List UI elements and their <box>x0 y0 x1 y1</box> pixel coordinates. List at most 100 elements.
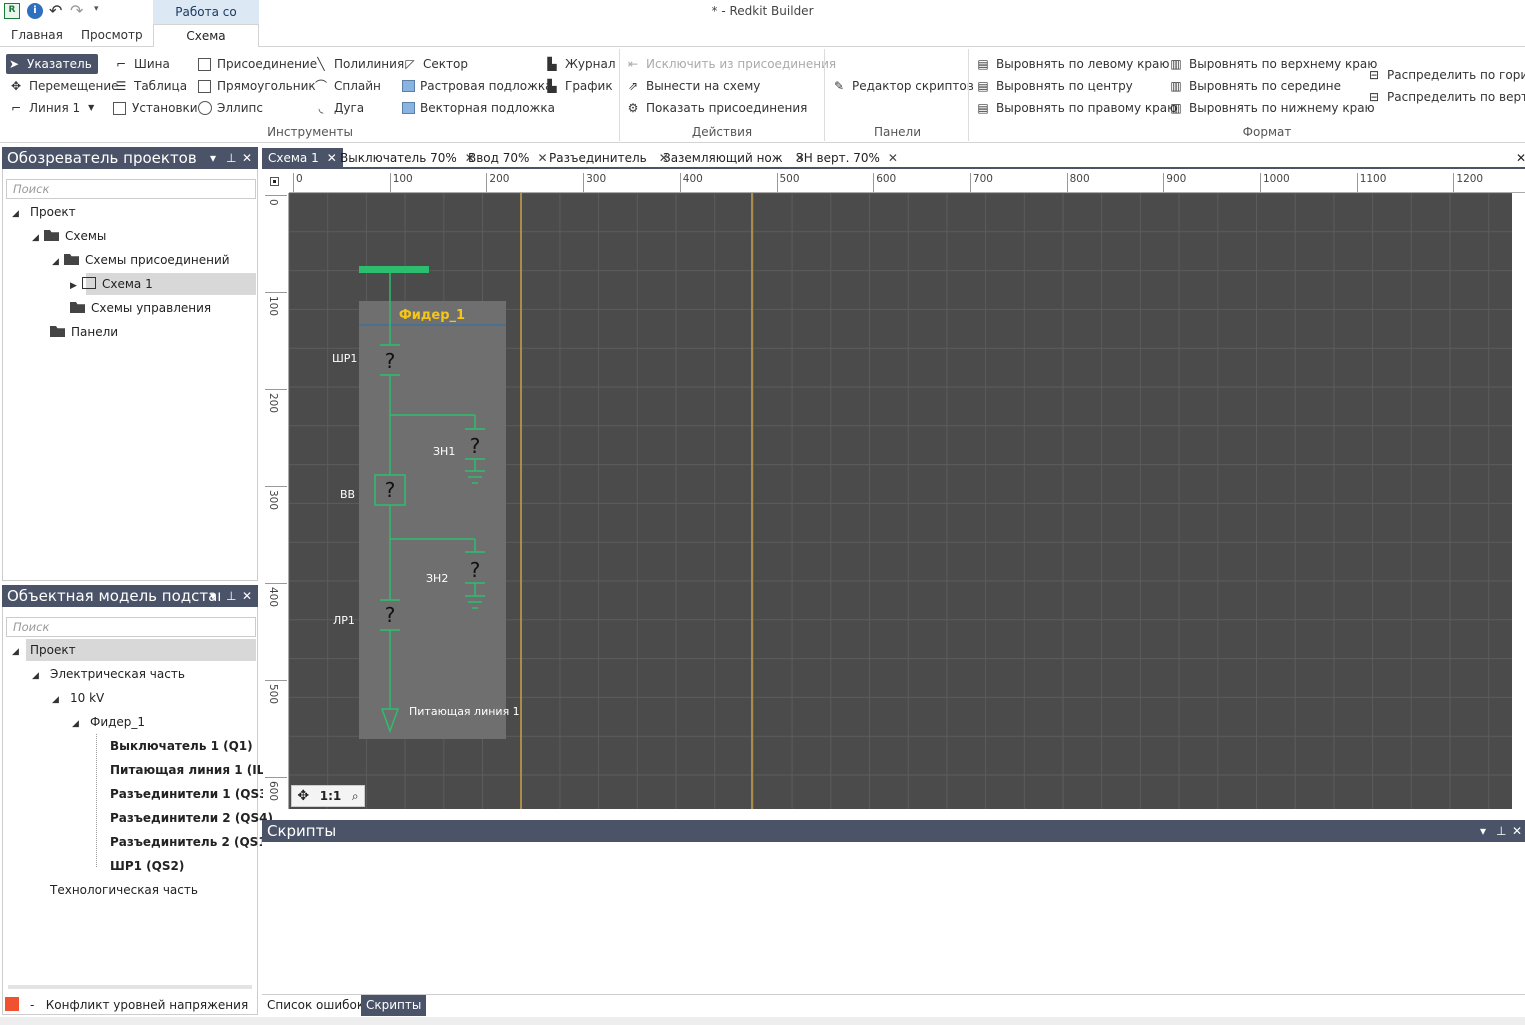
polyline-tool-button[interactable]: ╲ Полилиния <box>313 54 404 74</box>
expand-icon[interactable]: ◢ <box>52 690 64 710</box>
object-search-input[interactable]: Поиск <box>6 617 256 637</box>
close-icon[interactable]: ✕ <box>1512 820 1522 842</box>
chevron-down-icon[interactable]: ▾ <box>210 147 216 169</box>
tree-node-panels[interactable]: Панели <box>50 322 118 342</box>
table-tool-button[interactable]: ☰ Таблица <box>113 76 187 96</box>
pointer-tool-button[interactable]: ➤ Указатель <box>6 54 98 74</box>
align-middle-button[interactable]: ▥ Выровнять по середине <box>1168 76 1341 96</box>
doc-tab-input[interactable]: Ввод 70% ✕ <box>468 148 548 168</box>
tree-node-disconnector-qs1[interactable]: Разъединитель 2 (QS1) <box>110 832 272 852</box>
qat-dropdown-icon[interactable]: ▾ <box>94 4 99 14</box>
tree-node-disconnector-qs3[interactable]: Разъединители 1 (QS3) <box>110 784 273 804</box>
doc-tab-zn-vert[interactable]: ЗН верт. 70% ✕ <box>796 148 898 168</box>
tree-node-tech[interactable]: Технологическая часть <box>50 880 198 900</box>
tree-node-feed-line[interactable]: Питающая линия 1 (IL1) <box>110 760 278 780</box>
pin-icon[interactable]: ⊥ <box>226 147 236 169</box>
show-connections-button[interactable]: ⚙ Показать присоединения <box>625 98 808 118</box>
align-top-button[interactable]: ▥ Выровнять по верхнему краю <box>1168 54 1377 74</box>
expand-icon[interactable]: ◢ <box>32 228 44 248</box>
arc-tool-button[interactable]: ◟ Дуга <box>313 98 364 118</box>
pan-icon[interactable]: ✥ <box>297 788 309 804</box>
tree-node-schemes[interactable]: ◢ Схемы <box>32 226 106 246</box>
distribute-horizontal-button[interactable]: ⊟ Распределить по горизон <box>1366 65 1525 85</box>
scripts-panel-body[interactable] <box>262 842 1525 994</box>
busbar[interactable] <box>359 266 429 273</box>
settings-tool-button[interactable]: Установки <box>113 98 198 118</box>
folder-icon <box>44 230 59 241</box>
expand-icon[interactable]: ◢ <box>32 666 44 686</box>
chevron-down-icon[interactable]: ▾ <box>1480 820 1486 842</box>
unknown-element-shr1[interactable]: ? <box>385 349 396 373</box>
expand-icon[interactable]: ◢ <box>52 252 64 272</box>
line-style-dropdown[interactable]: ⌐ Линия 1 ▼ <box>8 98 94 118</box>
tree-node-10kv[interactable]: ◢ 10 kV <box>52 688 104 708</box>
bus-tool-button[interactable]: ⌐ Шина <box>113 54 170 74</box>
unknown-element-vv[interactable]: ? <box>385 478 396 502</box>
diagram-canvas[interactable]: Фидер_1 ? ? ? ? ? ШР1 ЗН1 ВВ ЗН2 ЛР1 Пит… <box>289 193 1512 809</box>
ellipse-tool-button[interactable]: Эллипс <box>198 98 263 118</box>
undo-icon[interactable]: ↶ <box>49 1 62 20</box>
project-search-input[interactable]: Поиск <box>6 179 256 199</box>
journal-tool-button[interactable]: ▙ Журнал <box>544 54 615 74</box>
vector-underlay-button[interactable]: Векторная подложка <box>402 98 555 118</box>
move-to-scheme-button[interactable]: ⇗ Вынести на схему <box>625 76 760 96</box>
align-bottom-button[interactable]: ▥ Выровнять по нижнему краю <box>1168 98 1374 118</box>
close-icon[interactable]: ✕ <box>327 151 337 165</box>
distribute-vertical-button[interactable]: ⊟ Распределить по вертика <box>1366 87 1525 107</box>
chevron-down-icon[interactable]: ▾ <box>210 585 216 607</box>
move-tool-button[interactable]: ✥ Перемещение <box>8 76 119 96</box>
tree-node-connection-schemes[interactable]: ◢ Схемы присоединений <box>52 250 230 270</box>
zoom-search-icon[interactable]: ⌕ <box>352 789 359 804</box>
tree-node-scheme-1[interactable]: ▶ Схема 1 <box>70 274 153 294</box>
tab-scripts[interactable]: Скрипты <box>361 995 427 1016</box>
tab-schema[interactable]: Схема <box>153 24 259 48</box>
tree-node-project[interactable]: ◢ Проект <box>12 640 76 660</box>
scripts-editor-button[interactable]: ✎ Редактор скриптов <box>831 76 974 96</box>
doc-tab-earthing[interactable]: Заземляющий нож ✕ <box>663 148 805 168</box>
doc-tab-scheme-1[interactable]: Схема 1 ✕ <box>262 148 343 168</box>
align-right-button[interactable]: ▤ Выровнять по правому краю <box>975 98 1177 118</box>
graph-tool-button[interactable]: ▙ График <box>544 76 612 96</box>
pin-icon[interactable]: ⊥ <box>1496 820 1506 842</box>
context-tab-label: Работа со схемой <box>153 0 259 43</box>
feeder-frame[interactable] <box>359 301 506 739</box>
tab-error-list[interactable]: Список ошибок <box>262 995 369 1016</box>
spline-tool-button[interactable]: ⌒ Сплайн <box>313 76 381 96</box>
tree-node-electrical[interactable]: ◢ Электрическая часть <box>32 664 185 684</box>
raster-underlay-button[interactable]: Растровая подложка <box>402 76 553 96</box>
rectangle-tool-button[interactable]: Прямоугольник <box>198 76 316 96</box>
close-icon[interactable]: ✕ <box>888 151 898 165</box>
unknown-element-lr1[interactable]: ? <box>385 603 396 627</box>
info-icon[interactable]: i <box>27 3 43 19</box>
tab-home[interactable]: Главная <box>11 28 63 42</box>
unknown-element-zn1[interactable]: ? <box>470 434 481 458</box>
sector-tool-button[interactable]: ◸ Сектор <box>402 54 468 74</box>
tree-node-shr1[interactable]: ШР1 (QS2) <box>110 856 184 876</box>
tree-node-breaker[interactable]: Выключатель 1 (Q1) <box>110 736 253 756</box>
align-center-button[interactable]: ▤ Выровнять по центру <box>975 76 1132 96</box>
pin-icon[interactable]: ⊥ <box>226 585 236 607</box>
tab-view[interactable]: Просмотр <box>81 28 143 42</box>
exclude-from-connection-button[interactable]: ⇤ Исключить из присоединения <box>625 54 836 74</box>
zoom-1-1-button[interactable]: 1:1 <box>320 789 342 803</box>
close-icon[interactable]: ✕ <box>242 147 252 169</box>
doc-tab-breaker[interactable]: Выключатель 70% ✕ <box>340 148 475 168</box>
tree-node-project[interactable]: ◢ Проект <box>12 202 76 222</box>
tree-node-feeder[interactable]: ◢ Фидер_1 <box>72 712 145 732</box>
expand-icon[interactable]: ◢ <box>72 714 84 734</box>
align-left-button[interactable]: ▤ Выровнять по левому краю <box>975 54 1169 74</box>
horizontal-scrollbar[interactable] <box>8 985 252 989</box>
expand-icon[interactable]: ◢ <box>12 642 24 662</box>
vector-image-icon <box>402 102 415 114</box>
doc-tab-disconnector[interactable]: Разъединитель ✕ <box>549 148 669 168</box>
tree-node-disconnector-qs4[interactable]: Разъединители 2 (QS4) <box>110 808 273 828</box>
close-all-icon[interactable]: ✕ <box>1516 148 1525 168</box>
collapse-icon[interactable]: ▶ <box>70 276 82 296</box>
connection-tool-button[interactable]: Присоединение <box>198 54 317 74</box>
close-icon[interactable]: ✕ <box>242 585 252 607</box>
expand-icon[interactable]: ◢ <box>12 204 24 224</box>
tree-node-control-schemes[interactable]: Схемы управления <box>70 298 211 318</box>
close-icon[interactable]: ✕ <box>537 151 547 165</box>
unknown-element-zn2[interactable]: ? <box>470 558 481 582</box>
redo-icon[interactable]: ↷ <box>70 1 83 20</box>
